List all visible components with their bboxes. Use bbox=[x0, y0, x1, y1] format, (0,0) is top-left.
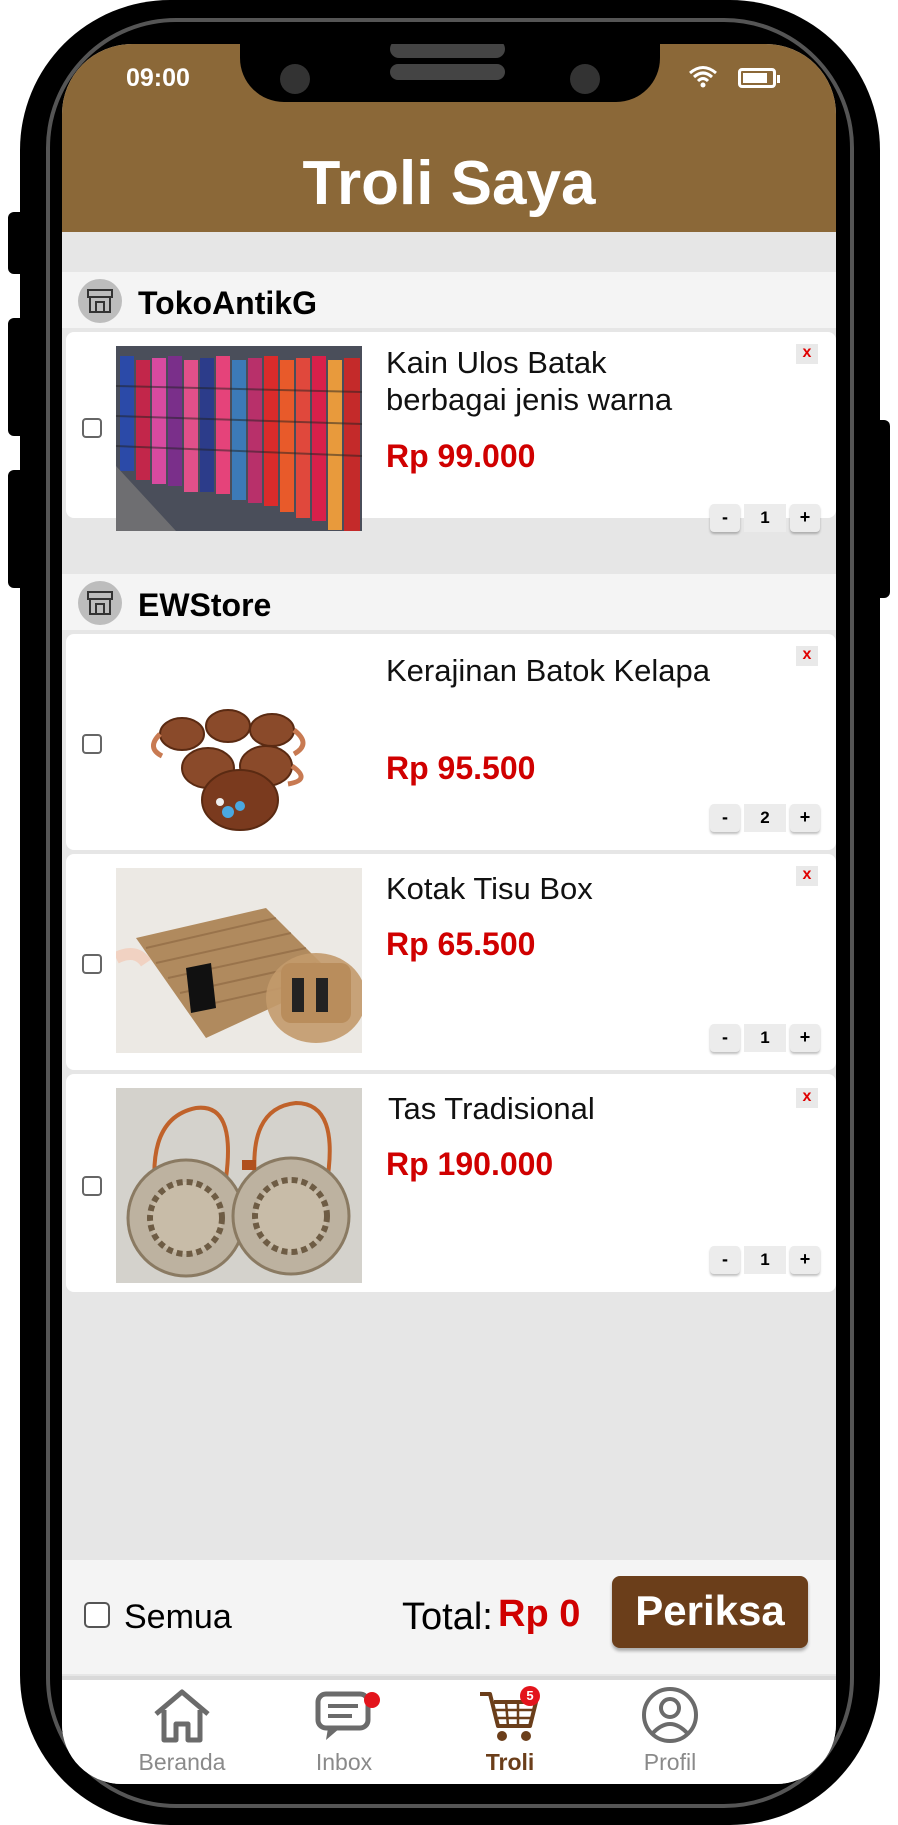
quantity-stepper: - 1 + bbox=[710, 504, 820, 532]
bottom-nav: Beranda Inbox 5 Troli Profil bbox=[62, 1676, 836, 1784]
decrease-button[interactable]: - bbox=[710, 504, 740, 532]
product-price: Rp 65.500 bbox=[386, 926, 536, 962]
quantity-stepper: - 1 + bbox=[710, 1246, 820, 1274]
user-icon bbox=[642, 1687, 698, 1743]
nav-item-troli[interactable]: 5 Troli bbox=[450, 1686, 570, 1776]
select-all-checkbox[interactable] bbox=[84, 1602, 110, 1628]
store-header[interactable]: EWStore bbox=[62, 574, 836, 630]
side-button bbox=[872, 420, 890, 598]
wifi-icon bbox=[689, 66, 717, 88]
store-name: EWStore bbox=[138, 587, 272, 623]
cart-item: Kotak Tisu Box Rp 65.500 x - 1 + bbox=[66, 854, 836, 1070]
product-name[interactable]: Tas Tradisional bbox=[388, 1090, 728, 1127]
total-value: Rp 0 bbox=[498, 1593, 581, 1635]
quantity-value[interactable]: 1 bbox=[744, 1246, 786, 1274]
battery-icon bbox=[738, 68, 780, 88]
store-icon bbox=[78, 581, 122, 625]
product-price: Rp 190.000 bbox=[386, 1146, 554, 1182]
status-time: 09:00 bbox=[126, 64, 190, 92]
increase-button[interactable]: + bbox=[790, 504, 820, 532]
home-icon bbox=[154, 1689, 210, 1743]
item-checkbox[interactable] bbox=[82, 418, 102, 438]
checkout-button[interactable]: Periksa bbox=[612, 1576, 808, 1648]
cart-item: Tas Tradisional Rp 190.000 x - 1 + bbox=[66, 1074, 836, 1292]
checkout-bar: Semua Total: Rp 0 Periksa bbox=[62, 1560, 836, 1674]
increase-button[interactable]: + bbox=[790, 1024, 820, 1052]
app-header: 09:00 Troli Saya bbox=[62, 44, 836, 232]
increase-button[interactable]: + bbox=[790, 804, 820, 832]
cart-item: Kain Ulos Batak berbagai jenis warna Rp … bbox=[66, 332, 836, 532]
store-header[interactable]: TokoAntikG bbox=[62, 272, 836, 328]
nav-item-beranda[interactable]: Beranda bbox=[122, 1686, 242, 1776]
quantity-value[interactable]: 2 bbox=[744, 804, 786, 832]
delete-item-button[interactable]: x bbox=[796, 646, 818, 666]
page-title: Troli Saya bbox=[302, 149, 596, 218]
increase-button[interactable]: + bbox=[790, 1246, 820, 1274]
side-button bbox=[8, 318, 26, 436]
quantity-value[interactable]: 1 bbox=[744, 1024, 786, 1052]
product-name[interactable]: Kain Ulos Batak berbagai jenis warna bbox=[386, 344, 726, 418]
item-checkbox[interactable] bbox=[82, 1176, 102, 1196]
side-button bbox=[8, 470, 26, 588]
nav-item-profil[interactable]: Profil bbox=[610, 1686, 730, 1776]
product-name[interactable]: Kotak Tisu Box bbox=[386, 870, 726, 907]
item-checkbox[interactable] bbox=[82, 734, 102, 754]
delete-item-button[interactable]: x bbox=[796, 1088, 818, 1108]
cart-badge: 5 bbox=[520, 1686, 540, 1706]
product-price: Rp 99.000 bbox=[386, 438, 536, 474]
product-image[interactable] bbox=[116, 1088, 362, 1283]
product-name[interactable]: Kerajinan Batok Kelapa bbox=[386, 652, 726, 689]
quantity-value[interactable]: 1 bbox=[744, 504, 786, 532]
nav-item-inbox[interactable]: Inbox bbox=[284, 1686, 404, 1776]
product-price: Rp 95.500 bbox=[386, 750, 536, 786]
notch bbox=[240, 44, 660, 102]
product-image[interactable] bbox=[116, 868, 362, 1053]
delete-item-button[interactable]: x bbox=[796, 866, 818, 886]
store-icon bbox=[78, 279, 122, 323]
delete-item-button[interactable]: x bbox=[796, 344, 818, 364]
nav-label: Profil bbox=[643, 1749, 697, 1775]
nav-label: Troli bbox=[485, 1749, 535, 1775]
decrease-button[interactable]: - bbox=[710, 804, 740, 832]
product-image[interactable] bbox=[116, 346, 362, 531]
quantity-stepper: - 2 + bbox=[710, 804, 820, 832]
item-checkbox[interactable] bbox=[82, 954, 102, 974]
quantity-stepper: - 1 + bbox=[710, 1024, 820, 1052]
select-all-label[interactable]: Semua bbox=[124, 1598, 232, 1637]
nav-label: Beranda bbox=[138, 1749, 226, 1775]
cart-item: Kerajinan Batok Kelapa Rp 95.500 x - 2 + bbox=[66, 634, 836, 850]
decrease-button[interactable]: - bbox=[710, 1024, 740, 1052]
product-image[interactable] bbox=[116, 648, 362, 833]
app-screen: 09:00 Troli Saya TokoAntikG Kain Ulos Ba… bbox=[62, 44, 836, 1784]
total-label: Total: bbox=[402, 1596, 493, 1638]
nav-label: Inbox bbox=[315, 1749, 373, 1775]
decrease-button[interactable]: - bbox=[710, 1246, 740, 1274]
store-name: TokoAntikG bbox=[138, 285, 317, 321]
notification-dot bbox=[364, 1692, 380, 1708]
side-button bbox=[8, 212, 26, 274]
